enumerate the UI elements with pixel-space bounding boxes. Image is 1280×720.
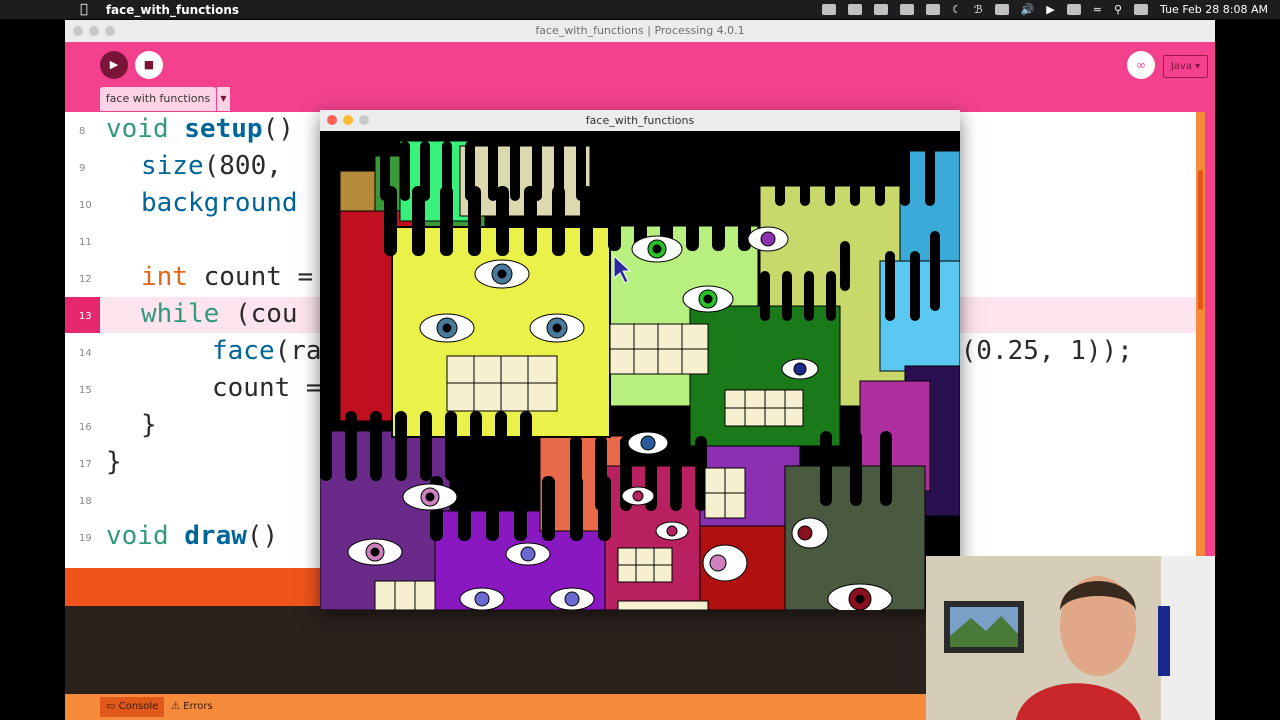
toolbar: ▶ ■ ∞ Java ▾ — [65, 42, 1215, 106]
status-icon[interactable] — [848, 4, 863, 15]
editor-scrollbar-thumb[interactable] — [1198, 170, 1203, 310]
line-number: 11 — [79, 237, 92, 248]
macos-menubar:  face_with_functions ☾ ℬ 🔊 ▶ ≈ ⚲ Tue Fe… — [0, 0, 1280, 19]
errors-tab[interactable]: ⚠ Errors — [165, 697, 219, 717]
code-line: face(ra — [212, 336, 322, 366]
status-icon[interactable] — [822, 4, 837, 15]
display-icon[interactable] — [994, 4, 1009, 15]
code-text: count = — [203, 262, 314, 292]
battery-icon[interactable] — [1066, 4, 1081, 15]
code-line: void draw() — [106, 521, 278, 551]
line-number: 15 — [79, 385, 92, 396]
datetime[interactable]: Tue Feb 28 8:08 AM — [1160, 3, 1268, 16]
code-line: size(800, — [141, 151, 282, 181]
volume-icon[interactable]: 🔊 — [1021, 3, 1035, 16]
code-text: (800, — [203, 151, 282, 181]
window-titlebar: face_with_functions | Processing 4.0.1 — [65, 20, 1215, 42]
console-icon: ▭ — [106, 701, 116, 712]
code-text: (ra — [274, 336, 322, 366]
line-number: 14 — [79, 348, 92, 359]
function-call: background — [141, 188, 298, 218]
line-number: 17 — [79, 459, 92, 470]
console-tab-label: Console — [118, 701, 159, 712]
console-tab[interactable]: ▭ Console — [100, 697, 165, 717]
tab-menu-chevron-down-icon[interactable]: ▼ — [217, 87, 230, 111]
line-number: 16 — [79, 422, 92, 433]
function-call: face — [212, 336, 275, 366]
wifi-icon[interactable]: ≈ — [1093, 3, 1102, 16]
menubar-status-area: ☾ ℬ 🔊 ▶ ≈ ⚲ Tue Feb 28 8:08 AM — [822, 0, 1268, 19]
keyword: void — [106, 521, 169, 551]
pennant — [1158, 606, 1170, 676]
type-keyword: int — [141, 262, 188, 292]
line-number: 18 — [79, 496, 92, 507]
sketch-title: face_with_functions — [585, 114, 695, 127]
function-name: draw — [184, 521, 247, 551]
webcam-video — [926, 556, 1215, 720]
function-name: setup — [184, 114, 263, 144]
bluetooth-icon[interactable]: ℬ — [974, 3, 983, 16]
close-button[interactable] — [327, 115, 337, 125]
code-line: background — [141, 188, 298, 218]
sketch-window[interactable]: face_with_functions — [320, 110, 960, 610]
debug-button[interactable]: ∞ — [1127, 51, 1155, 79]
code-line: count = — [212, 373, 322, 403]
keyword: void — [106, 114, 169, 144]
sketch-canvas[interactable] — [320, 131, 960, 610]
errors-tab-label: Errors — [183, 701, 213, 712]
zoom-button[interactable] — [359, 115, 369, 125]
butterfly-icon: ∞ — [1136, 58, 1146, 72]
status-icon[interactable] — [900, 4, 915, 15]
code-line: void setup() — [106, 114, 294, 144]
code-text: () — [262, 114, 294, 144]
status-icon[interactable] — [926, 4, 941, 15]
zoom-button[interactable] — [105, 26, 115, 36]
line-number: 13 — [79, 311, 92, 322]
minimize-button[interactable] — [89, 26, 99, 36]
webcam-overlay — [926, 556, 1215, 720]
line-number: 8 — [79, 126, 86, 137]
sketch-titlebar: face_with_functions — [320, 110, 960, 131]
function-call: size — [141, 151, 204, 181]
line-number: 12 — [79, 274, 92, 285]
control-center-icon[interactable] — [1134, 4, 1149, 15]
status-icon[interactable] — [874, 4, 889, 15]
keyword: while — [141, 299, 220, 329]
minimize-button[interactable] — [343, 115, 353, 125]
moon-icon[interactable]: ☾ — [952, 3, 962, 16]
code-line: } — [141, 410, 157, 440]
play-icon[interactable]: ▶ — [1046, 3, 1054, 16]
warning-icon: ⚠ — [171, 701, 180, 712]
line-number: 10 — [79, 200, 92, 211]
run-button[interactable]: ▶ — [100, 51, 128, 79]
apple-menu-icon[interactable]:  — [80, 2, 88, 17]
line-number: 19 — [79, 533, 92, 544]
tab-face-with-functions[interactable]: face with functions — [100, 87, 216, 111]
search-icon[interactable]: ⚲ — [1114, 3, 1122, 16]
mode-selector[interactable]: Java ▾ — [1163, 55, 1208, 78]
line-number: 9 — [79, 163, 86, 174]
stop-button[interactable]: ■ — [135, 51, 163, 79]
code-line: int count = — [141, 262, 313, 292]
code-text: (cou — [234, 299, 298, 329]
code-line: } — [106, 447, 122, 477]
app-menu-name[interactable]: face_with_functions — [106, 3, 239, 17]
code-text: () — [246, 521, 279, 551]
code-line: while (cou — [141, 299, 298, 329]
window-title: face_with_functions | Processing 4.0.1 — [535, 24, 745, 37]
close-button[interactable] — [73, 26, 83, 36]
code-line-tail: n(0.25, 1)); — [945, 336, 1133, 366]
